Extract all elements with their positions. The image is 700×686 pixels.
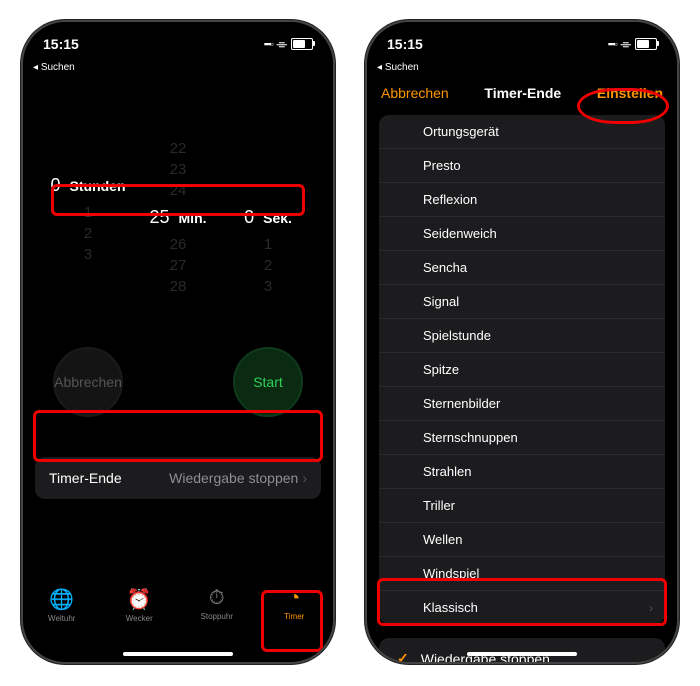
breadcrumb[interactable]: Suchen [23,62,333,77]
timer-icon: ◔ [264,587,324,610]
chevron-right-icon: › [302,470,307,486]
status-time: 15:15 [43,36,79,52]
minutes-column[interactable]: 22 23 24 25 Min. 26 27 28 [133,138,223,297]
tab-alarm[interactable]: ⏰ Wecker [109,587,169,623]
stop-playback-row[interactable]: ✓ Wiedergabe stoppen [379,638,665,664]
duration-picker[interactable]: 0 Stunden 123 22 23 24 25 Min. 26 27 28 … [23,127,333,307]
phone-sound-picker: 15:15 Suchen Abbrechen Timer-Ende Einste… [365,20,679,664]
sound-row[interactable]: Seidenweich [379,217,665,251]
sound-row[interactable]: Wellen [379,523,665,557]
modal-navbar: Abbrechen Timer-Ende Einstellen [367,77,677,109]
seconds-column[interactable]: 0 Sek. 1 2 3 [223,138,313,297]
cancel-button[interactable]: Abbrechen [381,85,449,101]
breadcrumb[interactable]: Suchen [367,62,677,77]
sound-row[interactable]: Reflexion [379,183,665,217]
battery-icon [291,38,313,50]
cancel-button[interactable]: Abbrechen [53,347,123,417]
sound-row[interactable]: Spitze [379,353,665,387]
hours-column[interactable]: 0 Stunden 123 [43,169,133,265]
checkmark-icon: ✓ [397,650,409,664]
wifi-icon [621,36,631,52]
timer-end-label: Timer-Ende [49,470,122,486]
stop-playback-section: ✓ Wiedergabe stoppen [379,638,665,664]
stopwatch-icon: ⏱ [187,587,247,610]
sound-row[interactable]: Sternschnuppen [379,421,665,455]
sound-row[interactable]: Signal [379,285,665,319]
sound-row[interactable]: Presto [379,149,665,183]
status-icons [264,36,313,52]
battery-icon [635,38,657,50]
tab-bar: 🌐 Weltuhr ⏰ Wecker ⏱ Stoppuhr ◔ Timer [23,579,333,662]
tab-stopwatch[interactable]: ⏱ Stoppuhr [187,587,247,621]
timer-buttons: Abbrechen Start [23,307,333,437]
phone-timer: 15:15 Suchen 0 Stunden 123 22 23 24 25 M… [21,20,335,664]
sound-row[interactable]: Windspiel [379,557,665,591]
globe-icon: 🌐 [32,587,92,612]
classic-row[interactable]: Klassisch› [379,591,665,624]
wifi-icon [277,36,287,52]
sound-row[interactable]: Strahlen [379,455,665,489]
tab-timer[interactable]: ◔ Timer [264,587,324,621]
start-button[interactable]: Start [233,347,303,417]
timer-end-value: Wiedergabe stoppen› [169,470,307,486]
sound-row[interactable]: Triller [379,489,665,523]
chevron-right-icon: › [649,601,653,615]
cellular-icon [264,38,273,50]
notch [118,22,238,48]
status-icons [608,36,657,52]
home-indicator[interactable] [467,652,577,656]
sound-list[interactable]: OrtungsgerätPrestoReflexionSeidenweichSe… [379,115,665,624]
status-time: 15:15 [387,36,423,52]
tab-world-clock[interactable]: 🌐 Weltuhr [32,587,92,623]
sound-row[interactable]: Sencha [379,251,665,285]
timer-end-row[interactable]: Timer-Ende Wiedergabe stoppen› [35,457,321,499]
notch [462,22,582,48]
sound-row[interactable]: Sternenbilder [379,387,665,421]
sound-row[interactable]: Ortungsgerät [379,115,665,149]
home-indicator[interactable] [123,652,233,656]
modal-title: Timer-Ende [484,85,561,101]
alarm-icon: ⏰ [109,587,169,612]
sound-row[interactable]: Spielstunde [379,319,665,353]
set-button[interactable]: Einstellen [597,85,663,101]
cellular-icon [608,38,617,50]
